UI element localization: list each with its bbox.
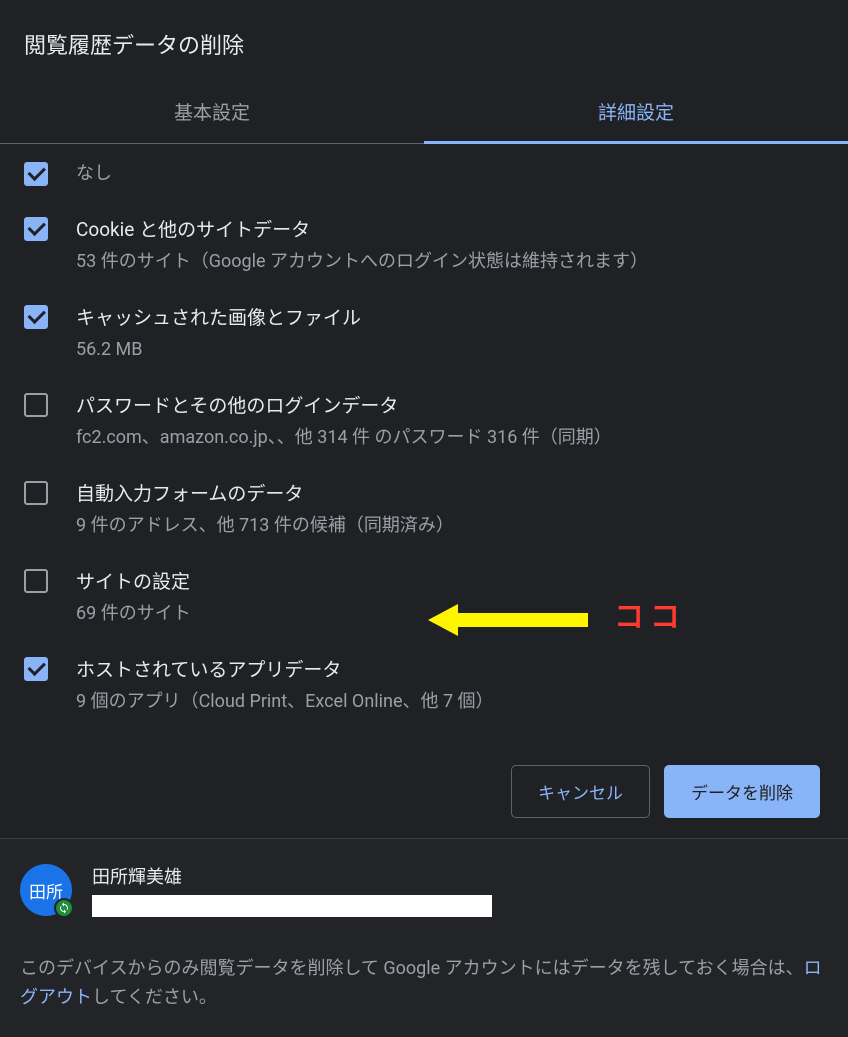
option-site-settings[interactable]: サイトの設定 69 件のサイト xyxy=(24,553,824,641)
cancel-button[interactable]: キャンセル xyxy=(511,765,650,818)
checkbox-hosted-app-data[interactable] xyxy=(24,657,48,681)
option-title: 自動入力フォームのデータ xyxy=(76,479,824,506)
account-name: 田所輝美雄 xyxy=(92,863,492,889)
delete-data-button[interactable]: データを削除 xyxy=(664,765,820,818)
option-autofill[interactable]: 自動入力フォームのデータ 9 件のアドレス、他 713 件の候補（同期済み） xyxy=(24,465,824,553)
option-title: サイトの設定 xyxy=(76,567,824,594)
tab-bar: 基本設定 詳細設定 xyxy=(0,80,848,144)
option-title: パスワードとその他のログインデータ xyxy=(76,391,824,418)
footer-text-after: してください。 xyxy=(92,987,217,1008)
checkbox-passwords[interactable] xyxy=(24,393,48,417)
option-download-history[interactable]: ダウンロード履歴 なし xyxy=(24,156,824,201)
option-desc: 9 個のアプリ（Cloud Print、Excel Online、他 7 個） xyxy=(76,688,824,715)
option-cached-images[interactable]: キャッシュされた画像とファイル 56.2 MB xyxy=(24,289,824,377)
avatar: 田所 xyxy=(20,864,72,916)
option-desc: 69 件のサイト xyxy=(76,600,824,627)
option-title: Cookie と他のサイトデータ xyxy=(76,215,824,242)
option-hosted-app-data[interactable]: ホストされているアプリデータ 9 個のアプリ（Cloud Print、Excel… xyxy=(24,641,824,729)
option-cookies[interactable]: Cookie と他のサイトデータ 53 件のサイト（Google アカウントへの… xyxy=(24,201,824,289)
checkbox-autofill[interactable] xyxy=(24,481,48,505)
option-desc: なし xyxy=(76,160,824,187)
dialog-buttons: キャンセル データを削除 xyxy=(0,737,848,838)
footer-text-before: このデバイスからのみ閲覧データを削除して Google アカウントにはデータを残… xyxy=(20,958,804,979)
option-desc: 56.2 MB xyxy=(76,336,824,363)
option-desc: 9 件のアドレス、他 713 件の候補（同期済み） xyxy=(76,512,824,539)
sync-icon xyxy=(54,898,74,918)
option-title: キャッシュされた画像とファイル xyxy=(76,303,824,330)
dialog-title: 閲覧履歴データの削除 xyxy=(0,0,848,80)
tab-advanced[interactable]: 詳細設定 xyxy=(424,80,848,143)
option-passwords[interactable]: パスワードとその他のログインデータ fc2.com、amazon.co.jp、、… xyxy=(24,377,824,465)
tab-basic[interactable]: 基本設定 xyxy=(0,80,424,143)
option-title: ホストされているアプリデータ xyxy=(76,655,824,682)
checkbox-cached-images[interactable] xyxy=(24,305,48,329)
clear-data-options: ダウンロード履歴 なし Cookie と他のサイトデータ 53 件のサイト（Go… xyxy=(0,144,848,737)
checkbox-cookies[interactable] xyxy=(24,217,48,241)
account-email-redacted xyxy=(92,895,492,917)
footer-note: このデバイスからのみ閲覧データを削除して Google アカウントにはデータを残… xyxy=(0,935,848,1037)
option-desc: fc2.com、amazon.co.jp、、他 314 件 のパスワード 316… xyxy=(76,424,824,451)
checkbox-site-settings[interactable] xyxy=(24,569,48,593)
account-section: 田所 田所輝美雄 xyxy=(0,838,848,935)
option-desc: 53 件のサイト（Google アカウントへのログイン状態は維持されます） xyxy=(76,248,824,275)
checkbox-download-history[interactable] xyxy=(24,162,48,186)
